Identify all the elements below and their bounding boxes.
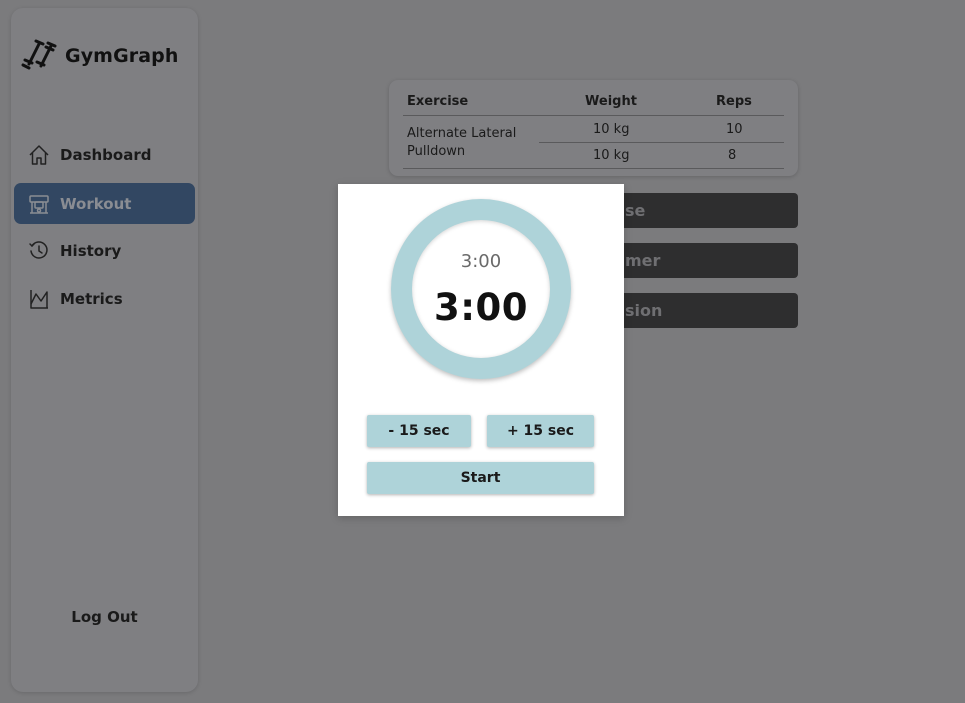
column-header-exercise: Exercise xyxy=(407,94,469,109)
column-header-weight: Weight xyxy=(585,94,637,109)
divider xyxy=(403,115,784,116)
brand-name: GymGraph xyxy=(65,45,179,67)
set-weight: 10 kg xyxy=(593,148,630,163)
sidebar-item-label: History xyxy=(60,241,122,260)
timer-modal: 3:00 3:00 - 15 sec + 15 sec Start xyxy=(338,184,624,516)
sidebar-item-history[interactable]: History xyxy=(14,230,195,271)
sidebar-item-label: Dashboard xyxy=(60,145,152,164)
button-label: mer xyxy=(625,251,661,270)
workout-machine-icon xyxy=(28,193,50,215)
button-label: se xyxy=(625,201,646,220)
timer-set-time: 3:00 xyxy=(460,251,502,272)
set-weight: 10 kg xyxy=(593,122,630,137)
brand: GymGraph xyxy=(19,38,179,74)
minus-15-sec-button[interactable]: - 15 sec xyxy=(367,415,471,447)
dumbbell-icon xyxy=(19,38,59,74)
chart-icon xyxy=(28,288,50,310)
exercise-name-line2: Pulldown xyxy=(407,144,466,159)
timer-remaining: 3:00 xyxy=(433,286,529,329)
history-icon xyxy=(28,240,50,262)
sidebar-item-dashboard[interactable]: Dashboard xyxy=(14,134,195,175)
column-header-reps: Reps xyxy=(716,94,752,109)
set-reps: 10 xyxy=(726,122,743,137)
start-button[interactable]: Start xyxy=(367,462,594,494)
plus-15-sec-button[interactable]: + 15 sec xyxy=(487,415,594,447)
sidebar: GymGraph Dashboard Workout History Metri… xyxy=(11,8,198,692)
sidebar-item-label: Workout xyxy=(60,194,132,213)
exercise-card: Exercise Weight Reps Alternate Lateral P… xyxy=(389,80,798,176)
set-reps: 8 xyxy=(728,148,737,163)
exercise-name: Alternate Lateral xyxy=(407,126,517,141)
sidebar-item-metrics[interactable]: Metrics xyxy=(14,278,195,319)
sidebar-item-label: Metrics xyxy=(60,289,123,308)
sidebar-item-workout[interactable]: Workout xyxy=(14,183,195,224)
divider xyxy=(403,168,784,169)
home-icon xyxy=(28,144,50,166)
logout-button[interactable]: Log Out xyxy=(11,608,198,626)
timer-ring: 3:00 3:00 xyxy=(391,199,571,379)
timer-face: 3:00 3:00 xyxy=(412,220,550,358)
button-label: sion xyxy=(625,301,663,320)
divider xyxy=(539,142,784,143)
